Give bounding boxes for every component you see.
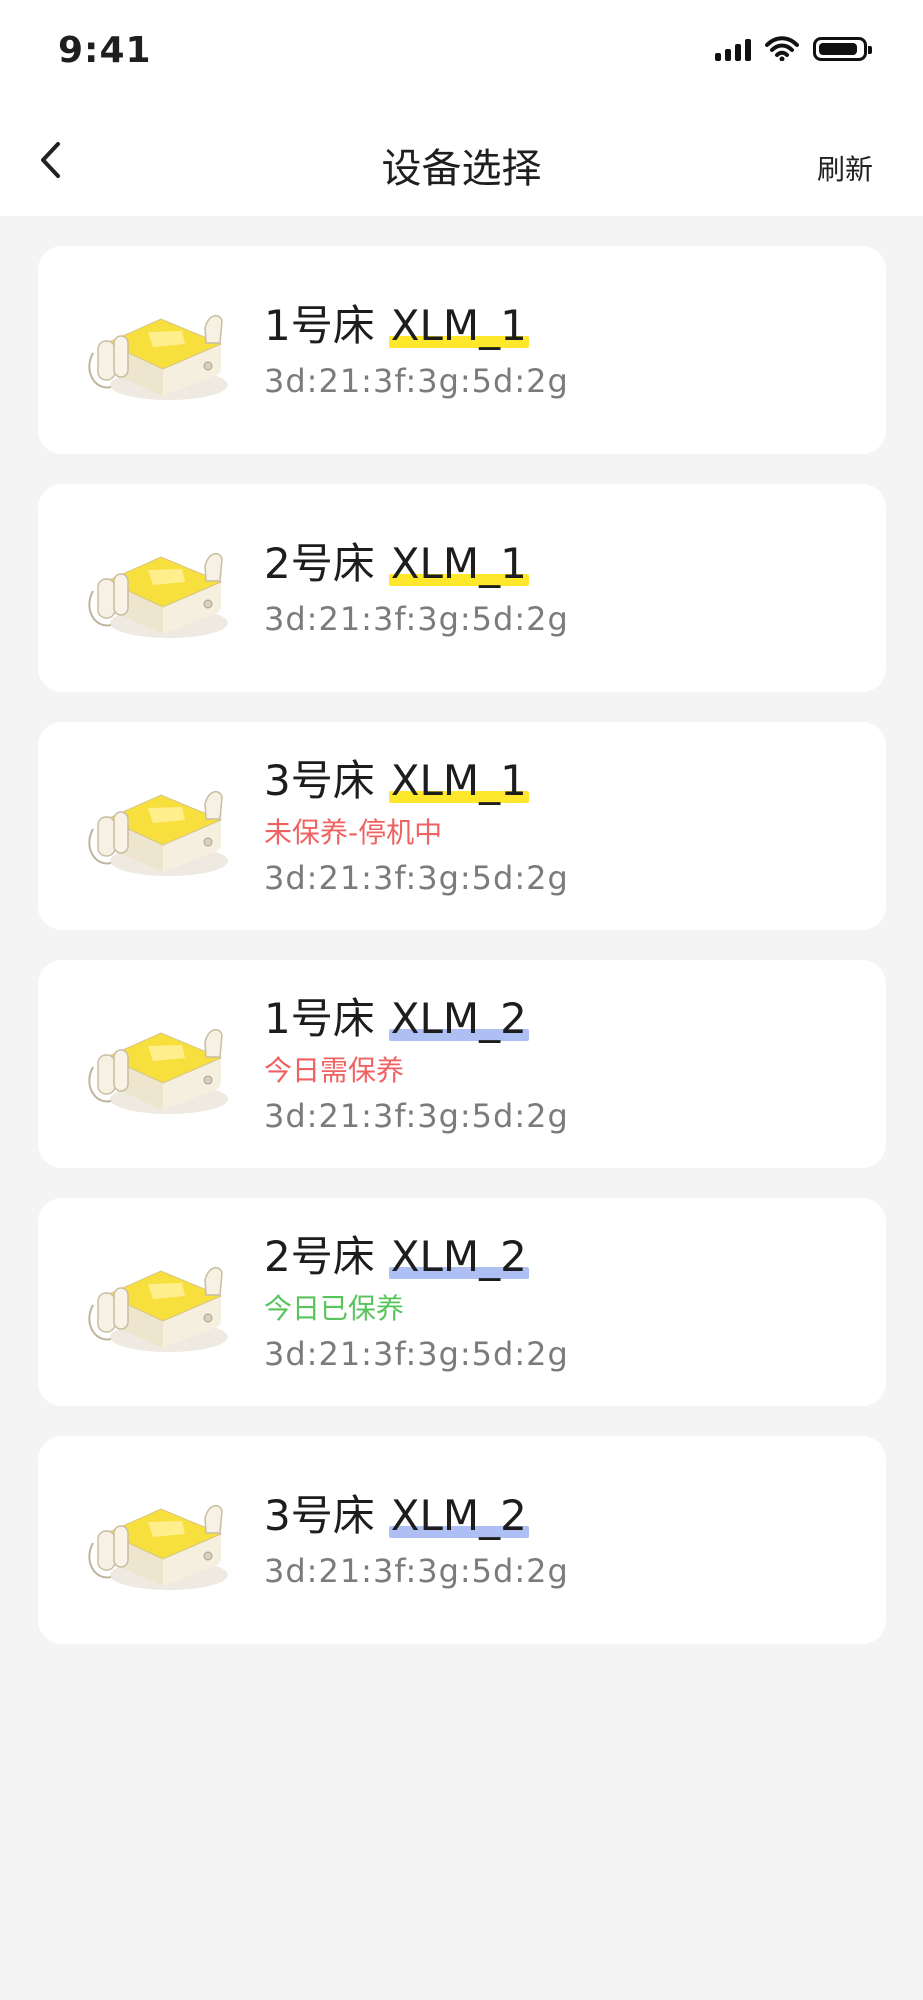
device-info: 3号床 XLM_1 未保养-停机中 3d:21:3f:3g:5d:2g bbox=[264, 722, 824, 930]
refresh-button[interactable]: 刷新 bbox=[817, 148, 873, 188]
device-info: 1号床 XLM_2 今日需保养 3d:21:3f:3g:5d:2g bbox=[264, 960, 824, 1168]
device-image bbox=[88, 790, 228, 876]
mac-address: 3d:21:3f:3g:5d:2g bbox=[264, 1335, 569, 1373]
device-image bbox=[88, 1266, 228, 1352]
mac-address: 3d:21:3f:3g:5d:2g bbox=[264, 600, 569, 638]
device-name: XLM_1 bbox=[388, 754, 530, 808]
device-card[interactable]: 3号床 XLM_2 3d:21:3f:3g:5d:2g bbox=[38, 1436, 886, 1644]
device-title: 1号床 XLM_2 bbox=[264, 992, 824, 1046]
status-icons bbox=[715, 36, 872, 61]
device-info: 2号床 XLM_1 3d:21:3f:3g:5d:2g bbox=[264, 484, 824, 692]
navigation-bar: 设备选择 刷新 bbox=[0, 106, 923, 216]
device-image bbox=[88, 1028, 228, 1114]
device-name: XLM_1 bbox=[388, 537, 530, 591]
device-name: XLM_2 bbox=[388, 1230, 530, 1284]
maintenance-status: 今日已保养 bbox=[264, 1292, 405, 1325]
device-title: 3号床 XLM_1 bbox=[264, 754, 824, 808]
maintenance-status: 今日需保养 bbox=[264, 1054, 405, 1087]
device-title: 3号床 XLM_2 bbox=[264, 1489, 824, 1543]
page-title: 设备选择 bbox=[381, 146, 542, 192]
device-title: 1号床 XLM_1 bbox=[264, 299, 824, 353]
device-card[interactable]: 1号床 XLM_1 3d:21:3f:3g:5d:2g bbox=[38, 246, 886, 454]
bed-number: 3号床 bbox=[264, 756, 375, 805]
bed-number: 2号床 bbox=[264, 1232, 375, 1281]
wifi-icon bbox=[765, 36, 799, 61]
device-card[interactable]: 1号床 XLM_2 今日需保养 3d:21:3f:3g:5d:2g bbox=[38, 960, 886, 1168]
signal-icon bbox=[715, 37, 751, 61]
device-image bbox=[88, 1504, 228, 1590]
device-card[interactable]: 3号床 XLM_1 未保养-停机中 3d:21:3f:3g:5d:2g bbox=[38, 722, 886, 930]
mac-address: 3d:21:3f:3g:5d:2g bbox=[264, 1097, 569, 1135]
status-time: 9:41 bbox=[58, 30, 152, 71]
device-name: XLM_2 bbox=[388, 992, 530, 1046]
device-image bbox=[88, 552, 228, 638]
mac-address: 3d:21:3f:3g:5d:2g bbox=[264, 1552, 569, 1590]
device-info: 2号床 XLM_2 今日已保养 3d:21:3f:3g:5d:2g bbox=[264, 1198, 824, 1406]
device-title: 2号床 XLM_1 bbox=[264, 537, 824, 591]
bed-number: 1号床 bbox=[264, 301, 375, 350]
bed-number: 2号床 bbox=[264, 539, 375, 588]
device-info: 1号床 XLM_1 3d:21:3f:3g:5d:2g bbox=[264, 246, 824, 454]
device-list: 1号床 XLM_1 3d:21:3f:3g:5d:2g 2号床 XLM_1 3d… bbox=[38, 246, 886, 1674]
mac-address: 3d:21:3f:3g:5d:2g bbox=[264, 859, 569, 897]
device-card[interactable]: 2号床 XLM_1 3d:21:3f:3g:5d:2g bbox=[38, 484, 886, 692]
status-bar: 9:41 bbox=[0, 0, 923, 106]
device-card[interactable]: 2号床 XLM_2 今日已保养 3d:21:3f:3g:5d:2g bbox=[38, 1198, 886, 1406]
maintenance-status: 未保养-停机中 bbox=[264, 816, 443, 849]
battery-icon bbox=[813, 36, 872, 61]
bed-number: 3号床 bbox=[264, 1491, 375, 1540]
device-image bbox=[88, 314, 228, 400]
device-title: 2号床 XLM_2 bbox=[264, 1230, 824, 1284]
bed-number: 1号床 bbox=[264, 994, 375, 1043]
device-name: XLM_2 bbox=[388, 1489, 530, 1543]
device-name: XLM_1 bbox=[388, 299, 530, 353]
mac-address: 3d:21:3f:3g:5d:2g bbox=[264, 362, 569, 400]
device-info: 3号床 XLM_2 3d:21:3f:3g:5d:2g bbox=[264, 1436, 824, 1644]
